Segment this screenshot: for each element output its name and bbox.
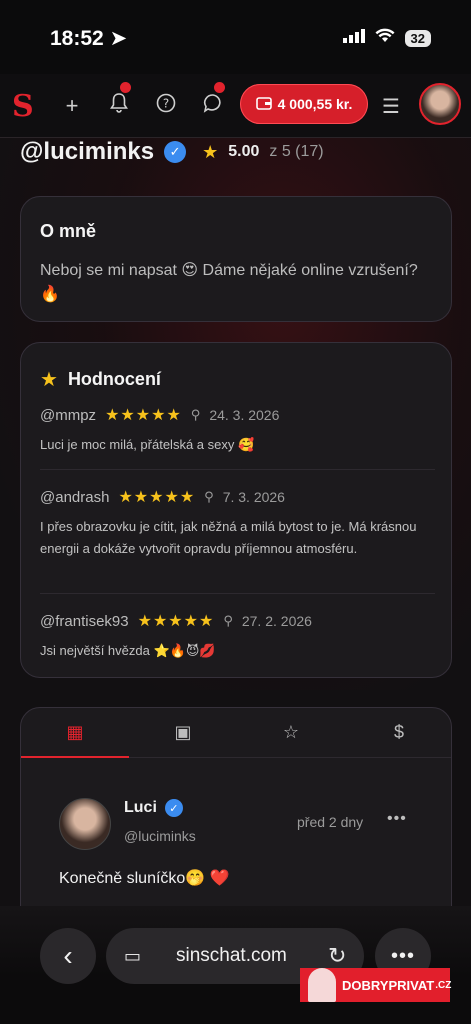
tab-paid[interactable]: $	[345, 708, 451, 757]
review-divider	[40, 469, 435, 470]
plus-icon: +	[65, 93, 79, 118]
post-handle: @luciminks	[124, 828, 196, 844]
status-bar: 18:52 ➤ 32	[0, 0, 471, 74]
help-button[interactable]: ?	[148, 88, 184, 124]
pin-icon: ⚲	[204, 489, 214, 504]
review-item: @frantisek93 ★★★★★ ⚲ 27. 2. 2026 Jsi nej…	[40, 611, 435, 662]
dollar-icon: $	[393, 722, 404, 742]
review-date: 27. 2. 2026	[241, 613, 312, 629]
review-author[interactable]: @mmpz	[40, 407, 96, 424]
wifi-icon	[375, 28, 395, 48]
reviews-card: ★ Hodnocení @mmpz ★★★★★ ⚲ 24. 3. 2026 Lu…	[20, 342, 452, 678]
hamburger-menu-icon[interactable]: ☰	[382, 94, 400, 119]
wallet-button[interactable]: 4 000,55 kr.	[240, 84, 368, 124]
wallet-icon	[255, 96, 272, 113]
image-icon: ▣	[174, 722, 192, 742]
rating-star-icon: ★	[202, 141, 219, 162]
messages-button[interactable]	[195, 82, 231, 124]
review-stars: ★★★★★	[105, 407, 182, 424]
app-logo[interactable]: S	[12, 89, 34, 124]
notification-dot	[120, 82, 131, 93]
address-url: sinschat.com	[176, 945, 287, 966]
grid-icon: ▦	[66, 722, 84, 742]
post-time: před 2 dny	[297, 814, 364, 830]
review-text: Luci je moc milá, přátelská a sexy 🥰	[40, 437, 255, 452]
star-icon: ☆	[282, 722, 300, 742]
review-divider	[40, 593, 435, 594]
tabs-icon[interactable]: ▭	[124, 946, 141, 967]
watermark-text: DOBRYPRIVAT	[342, 977, 435, 993]
review-author[interactable]: @frantisek93	[40, 613, 129, 630]
app-header: S + ? 4 000,55 kr. ☰	[0, 74, 471, 138]
user-avatar[interactable]	[419, 83, 461, 125]
profile-username: @luciminks	[20, 138, 155, 165]
browser-toolbar: ‹ ▭ sinschat.com ↻ •••	[0, 906, 471, 1024]
about-card: O mně Neboj se mi napsat 😍 Dáme nějaké o…	[20, 196, 452, 322]
svg-text:?: ?	[163, 97, 169, 111]
tab-all[interactable]: ▦	[21, 708, 129, 758]
back-button[interactable]: ‹	[40, 928, 96, 984]
review-text: I přes obrazovku je cítit, jak něžná a m…	[40, 519, 417, 556]
watermark-suffix: .CZ	[435, 979, 452, 991]
post-author[interactable]: Luci ✓	[124, 799, 183, 817]
battery-indicator: 32	[404, 29, 431, 47]
post-text: Konečně sluníčko🤭 ❤️	[59, 870, 230, 887]
review-date: 24. 3. 2026	[209, 407, 280, 423]
rating-value: 5.00	[228, 143, 260, 160]
status-time: 18:52 ➤	[50, 27, 128, 50]
watermark-figure	[308, 968, 336, 1002]
star-icon: ★	[40, 369, 58, 391]
tab-images[interactable]: ▣	[129, 708, 237, 757]
review-stars: ★★★★★	[137, 613, 215, 630]
add-button[interactable]: +	[54, 88, 90, 124]
review-date: 7. 3. 2026	[222, 489, 285, 505]
status-icons: 32	[342, 28, 431, 48]
review-stars: ★★★★★	[118, 489, 196, 506]
chevron-left-icon: ‹	[63, 940, 73, 971]
post-author-name: Luci	[124, 799, 157, 816]
wallet-balance: 4 000,55 kr.	[277, 96, 353, 112]
review-text: Jsi největší hvězda ⭐🔥😈💋	[40, 643, 216, 658]
watermark-logo: DOBRYPRIVAT .CZ	[300, 968, 452, 1002]
signal-icon	[342, 28, 365, 48]
pin-icon: ⚲	[223, 613, 233, 628]
reload-icon[interactable]: ↻	[328, 943, 346, 969]
profile-heading: @luciminks ✓ ★ 5.00 z 5 (17)	[20, 138, 324, 166]
reviews-title: Hodnocení	[67, 369, 161, 389]
review-item: @andrash ★★★★★ ⚲ 7. 3. 2026 I přes obraz…	[40, 487, 435, 560]
about-title: O mně	[40, 221, 97, 241]
review-item: @mmpz ★★★★★ ⚲ 24. 3. 2026 Luci je moc mi…	[40, 405, 435, 456]
about-text: Neboj se mi napsat 😍 Dáme nějaké online …	[40, 262, 418, 303]
notifications-button[interactable]	[101, 82, 137, 124]
rating-scale: z 5 (17)	[269, 143, 324, 160]
more-options-icon[interactable]: •••	[387, 810, 407, 828]
more-icon: •••	[390, 944, 415, 967]
verified-badge-icon: ✓	[164, 799, 183, 817]
verified-badge-icon: ✓	[164, 141, 187, 163]
review-author[interactable]: @andrash	[40, 489, 109, 506]
question-icon: ?	[156, 93, 176, 119]
post-avatar[interactable]	[59, 798, 111, 850]
pin-icon: ⚲	[190, 407, 201, 422]
message-dot	[214, 82, 225, 93]
tab-favorites[interactable]: ☆	[237, 708, 345, 757]
chat-bubble-icon	[203, 93, 223, 119]
feed-tabs: ▦ ▣ ☆ $	[21, 708, 451, 758]
reviews-header: ★ Hodnocení	[40, 367, 161, 392]
location-arrow-icon: ➤	[109, 27, 128, 50]
bell-icon	[110, 93, 128, 119]
